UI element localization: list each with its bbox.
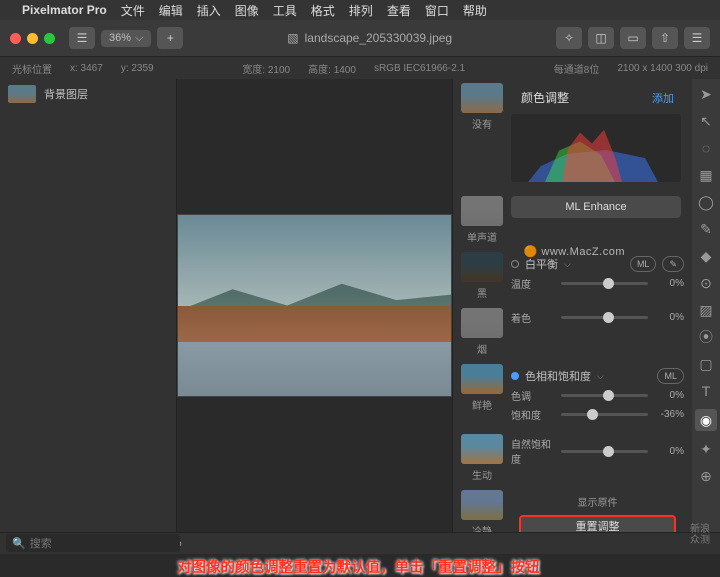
vibrance-slider[interactable] <box>561 450 648 453</box>
shape-tool-icon[interactable]: ▢ <box>697 355 715 373</box>
show-original-button[interactable]: 显示原件 <box>511 490 684 513</box>
temperature-slider[interactable] <box>561 282 648 285</box>
histogram <box>511 114 681 182</box>
preset-none[interactable] <box>461 83 503 113</box>
channels: 每通道8位 <box>554 61 600 76</box>
eyedropper-icon[interactable]: ✎ <box>662 256 684 272</box>
menu-arrange[interactable]: 排列 <box>349 2 373 19</box>
annotation-caption: 对图像的颜色调整重置为默认值，单击「重置调整」按钮 <box>177 556 552 577</box>
zoom-tool-icon[interactable]: ⊕ <box>697 467 715 485</box>
wb-title: 白平衡 <box>525 256 558 272</box>
img-width: 2100 <box>268 65 290 76</box>
info-bar: 光标位置 x: 3467 y: 2359 宽度: 2100 高度: 1400 s… <box>0 57 720 79</box>
img-height: 1400 <box>334 65 356 76</box>
hs-toggle[interactable] <box>511 372 519 380</box>
menu-insert[interactable]: 插入 <box>197 2 221 19</box>
panel-title: 颜色调整 <box>521 89 644 106</box>
tool-strip: ➤ ↖ ◌ ▦ ◯ ✎ ◆ ⊙ ▨ ⦿ ▢ T ◉ ✦ ⊕ <box>692 79 720 532</box>
preset-cool[interactable] <box>461 490 503 520</box>
menu-file[interactable]: 文件 <box>121 2 145 19</box>
layer-background[interactable]: 背景图层 <box>0 79 176 109</box>
preset-live[interactable] <box>461 434 503 464</box>
share-icon[interactable]: ⇧ <box>652 27 678 49</box>
colorspace: sRGB IEC61966-2.1 <box>374 63 465 74</box>
add-button[interactable]: + <box>157 27 183 49</box>
effects-tool-icon[interactable]: ✦ <box>697 440 715 458</box>
watermark-macz: 🟠 www.MacZ.com <box>524 245 625 258</box>
move-tool-icon[interactable]: ↖ <box>697 112 715 130</box>
arrow-tool-icon[interactable]: ➤ <box>697 85 715 103</box>
dimensions: 2100 x 1400 300 dpi <box>617 63 708 74</box>
cursor-x: x: 3467 <box>70 63 103 74</box>
adjustments-tool-icon[interactable]: ◉ <box>695 409 717 431</box>
maximize-window-icon[interactable] <box>44 33 55 44</box>
window-controls <box>10 33 55 44</box>
menu-image[interactable]: 图像 <box>235 2 259 19</box>
chevron-down-icon[interactable]: ⌵ <box>564 259 571 270</box>
crop-icon[interactable]: ◫ <box>588 27 614 49</box>
adjustments-panel: 没有 颜色调整 添加 单声道 ML Enhance 黑 <box>452 79 692 532</box>
app-name[interactable]: Pixelmator Pro <box>22 3 107 17</box>
canvas[interactable]: 对图像的颜色调整重置为默认值，单击「重置调整」按钮 <box>177 79 452 532</box>
tint-slider[interactable] <box>561 316 648 319</box>
canvas-image <box>177 214 452 397</box>
panel-toggle-icon[interactable]: ☰ <box>684 27 710 49</box>
clone-tool-icon[interactable]: ⊙ <box>697 274 715 292</box>
sidebar-toggle-icon[interactable]: ☰ <box>69 27 95 49</box>
menubar: Pixelmator Pro 文件 编辑 插入 图像 工具 格式 排列 查看 窗… <box>0 0 720 20</box>
add-adjustment-link[interactable]: 添加 <box>652 90 674 106</box>
preset-smoke[interactable] <box>461 308 503 338</box>
menu-help[interactable]: 帮助 <box>463 2 487 19</box>
menu-window[interactable]: 窗口 <box>425 2 449 19</box>
layers-panel: 背景图层 <box>0 79 177 532</box>
search-icon: 🔍 <box>12 537 26 550</box>
wand-icon[interactable]: ✧ <box>556 27 582 49</box>
ml-enhance-button[interactable]: ML Enhance <box>511 196 681 218</box>
hs-ml-button[interactable]: ML <box>657 368 684 384</box>
preset-mono[interactable] <box>461 196 503 226</box>
menu-view[interactable]: 查看 <box>387 2 411 19</box>
search-input[interactable]: 🔍 搜索 <box>6 534 180 552</box>
cursor-label: 光标位置 <box>12 61 52 76</box>
watermark-sina: 新浪众测 <box>690 524 710 546</box>
eraser-tool-icon[interactable]: ◆ <box>697 247 715 265</box>
adjust-icon[interactable]: ▭ <box>620 27 646 49</box>
zoom-dropdown[interactable]: 36%⌵ <box>101 30 151 47</box>
preset-vivid[interactable] <box>461 364 503 394</box>
document-title: ▧ landscape_205330039.jpeg <box>189 31 550 45</box>
gradient-tool-icon[interactable]: ▨ <box>697 301 715 319</box>
cursor-y: y: 2359 <box>121 63 154 74</box>
menu-edit[interactable]: 编辑 <box>159 2 183 19</box>
hue-slider[interactable] <box>561 394 648 397</box>
eyedropper-tool-icon[interactable]: ⦿ <box>697 328 715 346</box>
image-icon: ▧ <box>287 31 298 45</box>
chevron-down-icon[interactable]: ⌵ <box>597 371 604 382</box>
saturation-slider[interactable] <box>561 413 648 416</box>
preset-black[interactable] <box>461 252 503 282</box>
minimize-window-icon[interactable] <box>27 33 38 44</box>
wb-toggle[interactable] <box>511 260 519 268</box>
menu-tools[interactable]: 工具 <box>273 2 297 19</box>
reset-adjustments-button[interactable]: 重置调整 <box>519 515 676 532</box>
marquee-tool-icon[interactable]: ◌ <box>697 139 715 157</box>
menu-format[interactable]: 格式 <box>311 2 335 19</box>
crop-tool-icon[interactable]: ▦ <box>697 166 715 184</box>
wb-ml-button[interactable]: ML <box>630 256 657 272</box>
layer-name: 背景图层 <box>44 86 88 102</box>
lasso-tool-icon[interactable]: ◯ <box>697 193 715 211</box>
toolbar: ☰ 36%⌵ + ▧ landscape_205330039.jpeg ✧ ◫ … <box>0 20 720 57</box>
chevron-down-icon: ⌵ <box>135 32 143 45</box>
close-window-icon[interactable] <box>10 33 21 44</box>
layer-thumb <box>8 85 36 103</box>
text-tool-icon[interactable]: T <box>697 382 715 400</box>
hs-title: 色相和饱和度 <box>525 368 591 384</box>
brush-tool-icon[interactable]: ✎ <box>697 220 715 238</box>
